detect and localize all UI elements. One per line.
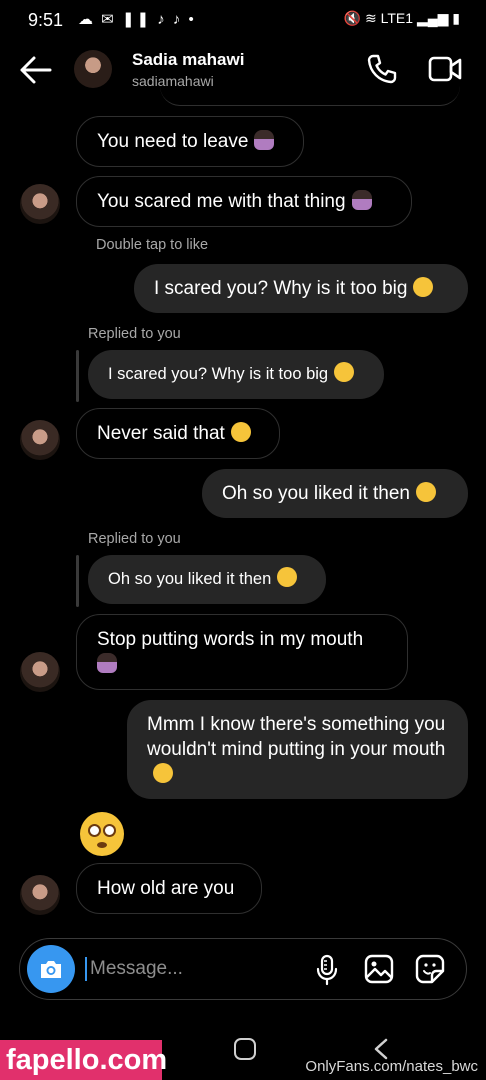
sticker-icon[interactable] (415, 954, 445, 984)
message-text: I scared you? Why is it too big (154, 278, 408, 299)
sender-avatar[interactable] (20, 420, 60, 460)
status-time: 9:51 (28, 10, 64, 30)
reply-quote-bar (76, 555, 79, 607)
sender-avatar[interactable] (20, 652, 60, 692)
home-button-icon[interactable] (234, 1038, 256, 1060)
notification-icons: ☁ ✉ ❚❚ ♪ ♪ • (78, 11, 196, 28)
message-text: I scared you? Why is it too big (108, 365, 329, 383)
sender-avatar[interactable] (20, 184, 60, 224)
reply-label: Replied to you (88, 326, 181, 342)
double-tap-hint: Double tap to like (96, 237, 209, 253)
sender-avatar[interactable] (20, 875, 60, 915)
message-incoming[interactable]: Stop putting words in my mouth (76, 614, 408, 690)
text-caret (85, 957, 87, 981)
face-rolling-eyes-icon (230, 422, 251, 442)
smirking-face-icon (153, 763, 173, 783)
message-incoming[interactable]: You scared me with that thing (76, 176, 412, 227)
message-incoming[interactable]: You need to leave (76, 116, 304, 167)
camera-button[interactable] (27, 945, 75, 993)
message-outgoing[interactable]: Oh so you liked it then (202, 469, 468, 518)
message-input[interactable]: Message... (90, 958, 183, 980)
message-outgoing[interactable]: I scared you? Why is it too big (134, 264, 468, 313)
video-call-icon[interactable] (428, 53, 462, 85)
person-shrug-icon (351, 190, 372, 210)
camera-icon (41, 961, 61, 978)
back-arrow-icon[interactable] (18, 54, 54, 86)
smirking-face-icon (277, 567, 298, 587)
gallery-icon[interactable] (364, 954, 394, 984)
quoted-message[interactable]: Oh so you liked it then (88, 555, 326, 604)
status-bar: 9:51 ☁ ✉ ❚❚ ♪ ♪ • 🔇 ≋ LTE1 ▂▄▆ ▮ (0, 0, 486, 40)
phone-call-icon[interactable] (366, 53, 398, 85)
message-composer: Message... (19, 938, 467, 1000)
contact-avatar[interactable] (74, 50, 112, 88)
message-text: Oh so you liked it then (108, 570, 272, 588)
person-icon (254, 130, 275, 150)
message-text: Never said that (97, 423, 225, 444)
nav-back-icon[interactable] (372, 1038, 390, 1060)
watermark-right: OnlyFans.com/nates_bwc (305, 1058, 478, 1075)
watermark-left: fapello.com (0, 1040, 167, 1080)
reply-label: Replied to you (88, 531, 181, 547)
smirking-face-icon (416, 482, 436, 502)
flushed-face-icon[interactable] (80, 812, 124, 856)
message-text: Oh so you liked it then (222, 483, 410, 504)
message-text: Stop putting words in my mouth (97, 629, 364, 650)
message-outgoing[interactable]: Mmm I know there's something you wouldn'… (127, 700, 468, 799)
message-text: Mmm I know there's something you wouldn'… (147, 714, 446, 760)
face-hand-over-mouth-icon (413, 277, 434, 297)
face-hand-over-mouth-icon (334, 362, 355, 382)
quoted-message[interactable]: I scared you? Why is it too big (88, 350, 384, 399)
contact-name[interactable]: Sadia mahawi (132, 50, 244, 70)
reply-quote-bar (76, 350, 79, 402)
message-incoming[interactable]: Never said that (76, 408, 280, 459)
message-text: How old are you (97, 878, 235, 899)
message-incoming[interactable]: How old are you (76, 863, 262, 914)
person-icon (97, 653, 117, 673)
message-text: You scared me with that thing (97, 191, 346, 212)
system-icons: 🔇 ≋ LTE1 ▂▄▆ ▮ (343, 10, 460, 26)
message-text: You need to leave (97, 131, 249, 152)
microphone-icon[interactable] (315, 954, 339, 986)
partial-message-bubble (160, 86, 460, 106)
